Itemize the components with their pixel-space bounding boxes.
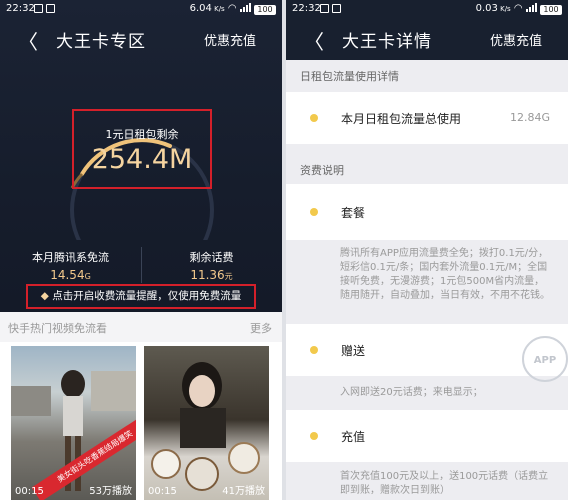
right-screen: 22:32 0.03 K/s ◠ 100 〈 大王卡详情 优惠充值 日租包流量使… xyxy=(286,0,568,500)
usage-value: 12.84G xyxy=(509,111,550,124)
video-duration: 00:15 xyxy=(148,486,177,497)
hero-section: 22:32 6.04 K/s ◠ 100 〈 大王卡专区 优惠充值 1元日租包剩… xyxy=(0,0,282,312)
status-right: 0.03 K/s ◠ 100 xyxy=(476,3,562,15)
status-time: 22:32 xyxy=(292,3,321,14)
signal-icon xyxy=(239,3,251,12)
remaining-label: 1元日租包剩余 xyxy=(105,128,179,141)
balance-value: 11.36 xyxy=(190,268,225,282)
usage-label: 本月日租包流量总使用 xyxy=(341,112,462,126)
back-icon[interactable]: 〈 xyxy=(304,26,324,55)
more-link[interactable]: 更多 xyxy=(250,320,272,336)
nav-bar: 〈 大王卡详情 优惠充值 xyxy=(286,18,568,60)
free-data-stat[interactable]: 本月腾讯系免流 14.54G xyxy=(0,249,141,282)
plan-description: 腾讯所有APP应用流量费全免；拨打0.1元/分，短彩信0.1元/条；国内套外流量… xyxy=(340,248,550,301)
status-bar: 22:32 6.04 K/s ◠ 100 xyxy=(0,0,282,18)
nav-bar: 〈 大王卡专区 优惠充值 xyxy=(0,18,282,60)
video-thumbnail-image xyxy=(151,362,260,491)
recharge-button[interactable]: 优惠充值 xyxy=(204,30,256,49)
header-bar: 22:32 0.03 K/s ◠ 100 〈 大王卡详情 优惠充值 xyxy=(286,0,568,60)
balance-stat[interactable]: 剩余话费 11.36元 xyxy=(141,249,282,282)
usage-card: 本月日租包流量总使用 12.84G xyxy=(286,92,568,144)
paid-data-reminder-link[interactable]: ◆ 点击开启收费流量提醒，仅使用免费流量 xyxy=(26,288,256,303)
page-title: 大王卡详情 xyxy=(342,32,432,52)
wifi-icon: ◠ xyxy=(227,3,237,14)
status-right: 6.04 K/s ◠ 100 xyxy=(190,3,276,15)
reminder-text: 点击开启收费流量提醒，仅使用免费流量 xyxy=(52,290,242,302)
video-card[interactable]: 00:15 41万播放 xyxy=(144,346,269,500)
bullet-dot-icon xyxy=(310,208,318,216)
status-bar: 22:32 0.03 K/s ◠ 100 xyxy=(286,0,568,18)
plan-card: 套餐 xyxy=(286,184,568,240)
recharge-title: 充值 xyxy=(341,430,366,444)
wifi-icon: ◠ xyxy=(513,3,523,14)
gift-description: 入网即送20元话费；来电显示； xyxy=(340,387,483,398)
network-speed: 0.03 xyxy=(475,3,498,14)
battery-icon: 100 xyxy=(540,5,562,15)
bullet-dot-icon xyxy=(310,432,318,440)
recharge-card: 充值 xyxy=(286,410,568,462)
video-duration: 00:15 xyxy=(15,486,44,497)
back-icon[interactable]: 〈 xyxy=(18,26,38,55)
notification-icons xyxy=(34,4,58,16)
status-time: 22:32 xyxy=(6,3,35,14)
bullet-dot-icon xyxy=(310,346,318,354)
free-data-value: 14.54 xyxy=(50,268,85,282)
recharge-description: 首次充值100元及以上，送100元话费（话费立即到账，赠款次日到账） xyxy=(340,471,549,496)
watermark-logo: APP xyxy=(522,336,568,382)
video-section-header: 快手热门视频免流看 更多 xyxy=(0,312,282,342)
left-screen: 22:32 6.04 K/s ◠ 100 〈 大王卡专区 优惠充值 1元日租包剩… xyxy=(0,0,282,500)
balance-label: 剩余话费 xyxy=(189,251,234,264)
remaining-value: 254.4M xyxy=(91,144,193,175)
balance-unit: 元 xyxy=(224,272,233,281)
free-data-label: 本月腾讯系免流 xyxy=(32,251,109,264)
signal-icon xyxy=(525,3,537,12)
video-plays: 53万播放 xyxy=(89,486,132,497)
network-speed: 6.04 xyxy=(189,3,212,14)
video-section-title: 快手热门视频免流看 xyxy=(8,322,107,335)
plan-title: 套餐 xyxy=(341,206,366,220)
gift-title: 赠送 xyxy=(341,344,366,358)
notification-icons xyxy=(320,4,344,16)
bullet-dot-icon xyxy=(310,114,318,122)
recharge-button[interactable]: 优惠充值 xyxy=(490,30,542,49)
usage-section-header: 日租包流量使用详情 xyxy=(300,70,399,83)
battery-icon: 100 xyxy=(254,5,276,15)
video-card[interactable]: 美女街头吃香蕉结局爆笑 00:15 53万播放 xyxy=(11,346,136,500)
free-data-unit: G xyxy=(84,272,91,281)
fee-section-header: 资费说明 xyxy=(300,164,344,177)
video-plays: 41万播放 xyxy=(222,486,265,497)
page-title: 大王卡专区 xyxy=(56,32,146,52)
diamond-icon: ◆ xyxy=(40,290,49,302)
